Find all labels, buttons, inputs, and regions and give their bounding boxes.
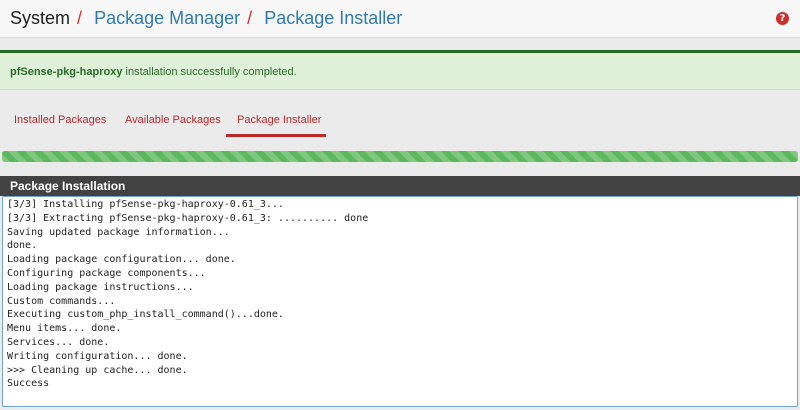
alert-message: pfSense-pkg-haproxy installation success… <box>10 66 297 78</box>
log-line: Services... done. <box>7 336 110 348</box>
log-line: Custom commands... <box>7 295 116 307</box>
progress-fill <box>2 151 798 162</box>
install-log-textarea[interactable]: [3/3] Installing pfSense-pkg-haproxy-0.6… <box>2 196 798 407</box>
panel-title: Package Installation <box>10 179 126 193</box>
log-line: Writing configuration... done. <box>7 350 188 362</box>
log-line: Loading package instructions... <box>7 281 194 293</box>
log-line: done. <box>7 240 38 252</box>
breadcrumb-separator: / <box>77 8 83 28</box>
log-line: Saving updated package information... <box>7 226 230 238</box>
alert-package-name: pfSense-pkg-haproxy <box>10 66 123 78</box>
install-progress-bar <box>2 151 798 162</box>
breadcrumb-package-manager[interactable]: Package Manager <box>94 8 240 28</box>
log-line: Executing custom_php_install_command()..… <box>7 309 284 321</box>
log-line: Menu items... done. <box>7 323 122 335</box>
tab-installed-packages[interactable]: Installed Packages <box>14 114 106 126</box>
breadcrumb-system: System <box>10 8 71 28</box>
breadcrumb-package-installer[interactable]: Package Installer <box>264 8 402 28</box>
active-tab-indicator <box>226 134 326 137</box>
breadcrumb-separator: / <box>247 8 253 28</box>
breadcrumb: System / Package Manager / Package Insta… <box>10 7 402 29</box>
tab-bar: Installed Packages Available Packages Pa… <box>0 98 800 140</box>
log-line: Configuring package components... <box>7 267 206 279</box>
help-icon[interactable]: ? <box>776 12 789 25</box>
page-header: System / Package Manager / Package Insta… <box>0 0 800 38</box>
alert-text: installation successfully completed. <box>122 66 297 78</box>
tab-available-packages[interactable]: Available Packages <box>125 114 221 126</box>
log-line: Success <box>7 378 50 390</box>
success-alert: pfSense-pkg-haproxy installation success… <box>0 50 800 90</box>
log-line: [3/3] Extracting pfSense-pkg-haproxy-0.6… <box>7 212 369 224</box>
log-line: Loading package configuration... done. <box>7 254 236 266</box>
panel-heading: Package Installation <box>0 176 800 196</box>
log-line: >>> Cleaning up cache... done. <box>7 364 188 376</box>
log-line: [3/3] Installing pfSense-pkg-haproxy-0.6… <box>7 199 284 210</box>
tab-package-installer[interactable]: Package Installer <box>237 114 321 126</box>
